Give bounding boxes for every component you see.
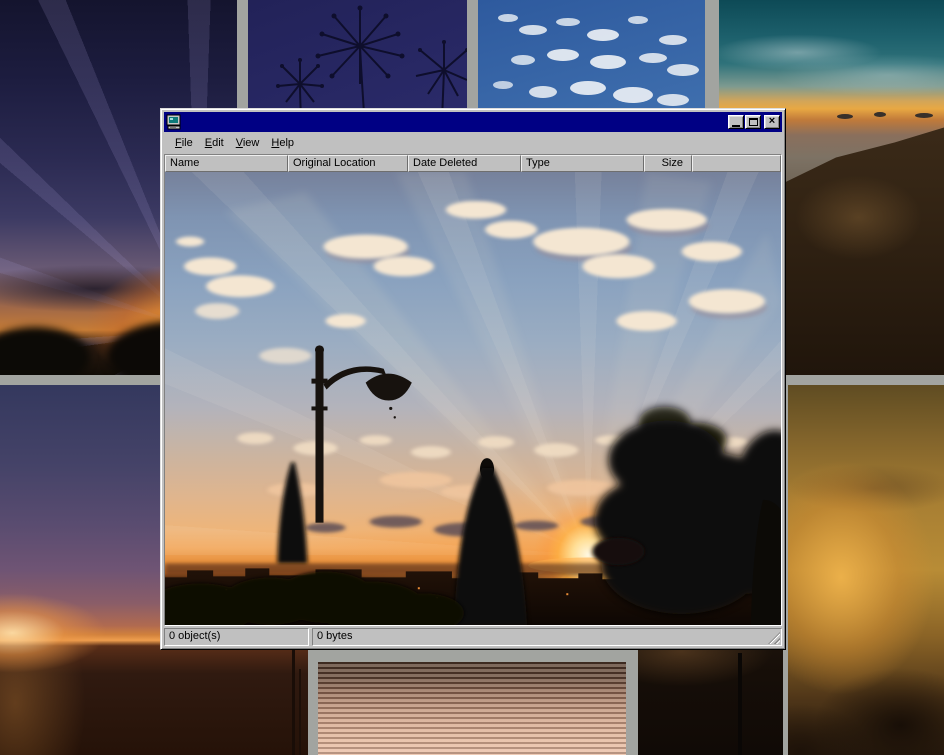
- status-objects: 0 object(s): [164, 628, 309, 646]
- titlebar[interactable]: ×: [164, 112, 782, 132]
- pole-silhouette: [738, 653, 742, 755]
- column-header-size[interactable]: Size: [644, 155, 692, 172]
- menu-help[interactable]: Help: [265, 135, 300, 151]
- computer-icon: [166, 114, 182, 130]
- minimize-icon: [732, 125, 740, 127]
- menu-view[interactable]: View: [230, 135, 266, 151]
- tree-silhouette: [0, 327, 90, 375]
- status-bar: 0 object(s) 0 bytes: [164, 628, 782, 646]
- pole-silhouette: [299, 669, 301, 755]
- status-bytes: 0 bytes: [312, 628, 782, 646]
- column-header-row: Name Original Location Date Deleted Type…: [165, 155, 781, 172]
- file-list-window: × File Edit View Help Name Original Loca…: [160, 108, 786, 650]
- cypress-tree-left: [277, 462, 307, 563]
- close-button[interactable]: ×: [764, 115, 780, 129]
- pole-silhouette: [292, 643, 295, 755]
- island-silhouette: [915, 113, 933, 118]
- file-list-area[interactable]: Name Original Location Date Deleted Type…: [164, 154, 782, 626]
- wallpaper-photo-pink-reflection: [318, 662, 626, 755]
- sunset-photo-viewport[interactable]: [165, 172, 781, 625]
- maximize-button[interactable]: [745, 115, 761, 129]
- column-header-date-deleted[interactable]: Date Deleted: [408, 155, 521, 172]
- status-bytes-text: 0 bytes: [317, 630, 352, 642]
- menu-file[interactable]: File: [169, 135, 199, 151]
- desktop: × File Edit View Help Name Original Loca…: [0, 0, 944, 755]
- column-header-filler: [692, 155, 781, 172]
- maximize-icon: [749, 118, 758, 126]
- column-header-name[interactable]: Name: [165, 155, 288, 172]
- wallpaper-photo-golden-bokeh: [788, 385, 944, 755]
- minimize-button[interactable]: [728, 115, 744, 129]
- island-silhouette: [837, 114, 853, 119]
- menu-bar: File Edit View Help: [164, 132, 782, 154]
- menu-edit[interactable]: Edit: [199, 135, 230, 151]
- column-header-original-location[interactable]: Original Location: [288, 155, 408, 172]
- island-silhouette: [874, 112, 886, 117]
- column-header-type[interactable]: Type: [521, 155, 644, 172]
- resize-grip-icon[interactable]: [768, 632, 780, 644]
- sunset-photo-art: [165, 172, 781, 625]
